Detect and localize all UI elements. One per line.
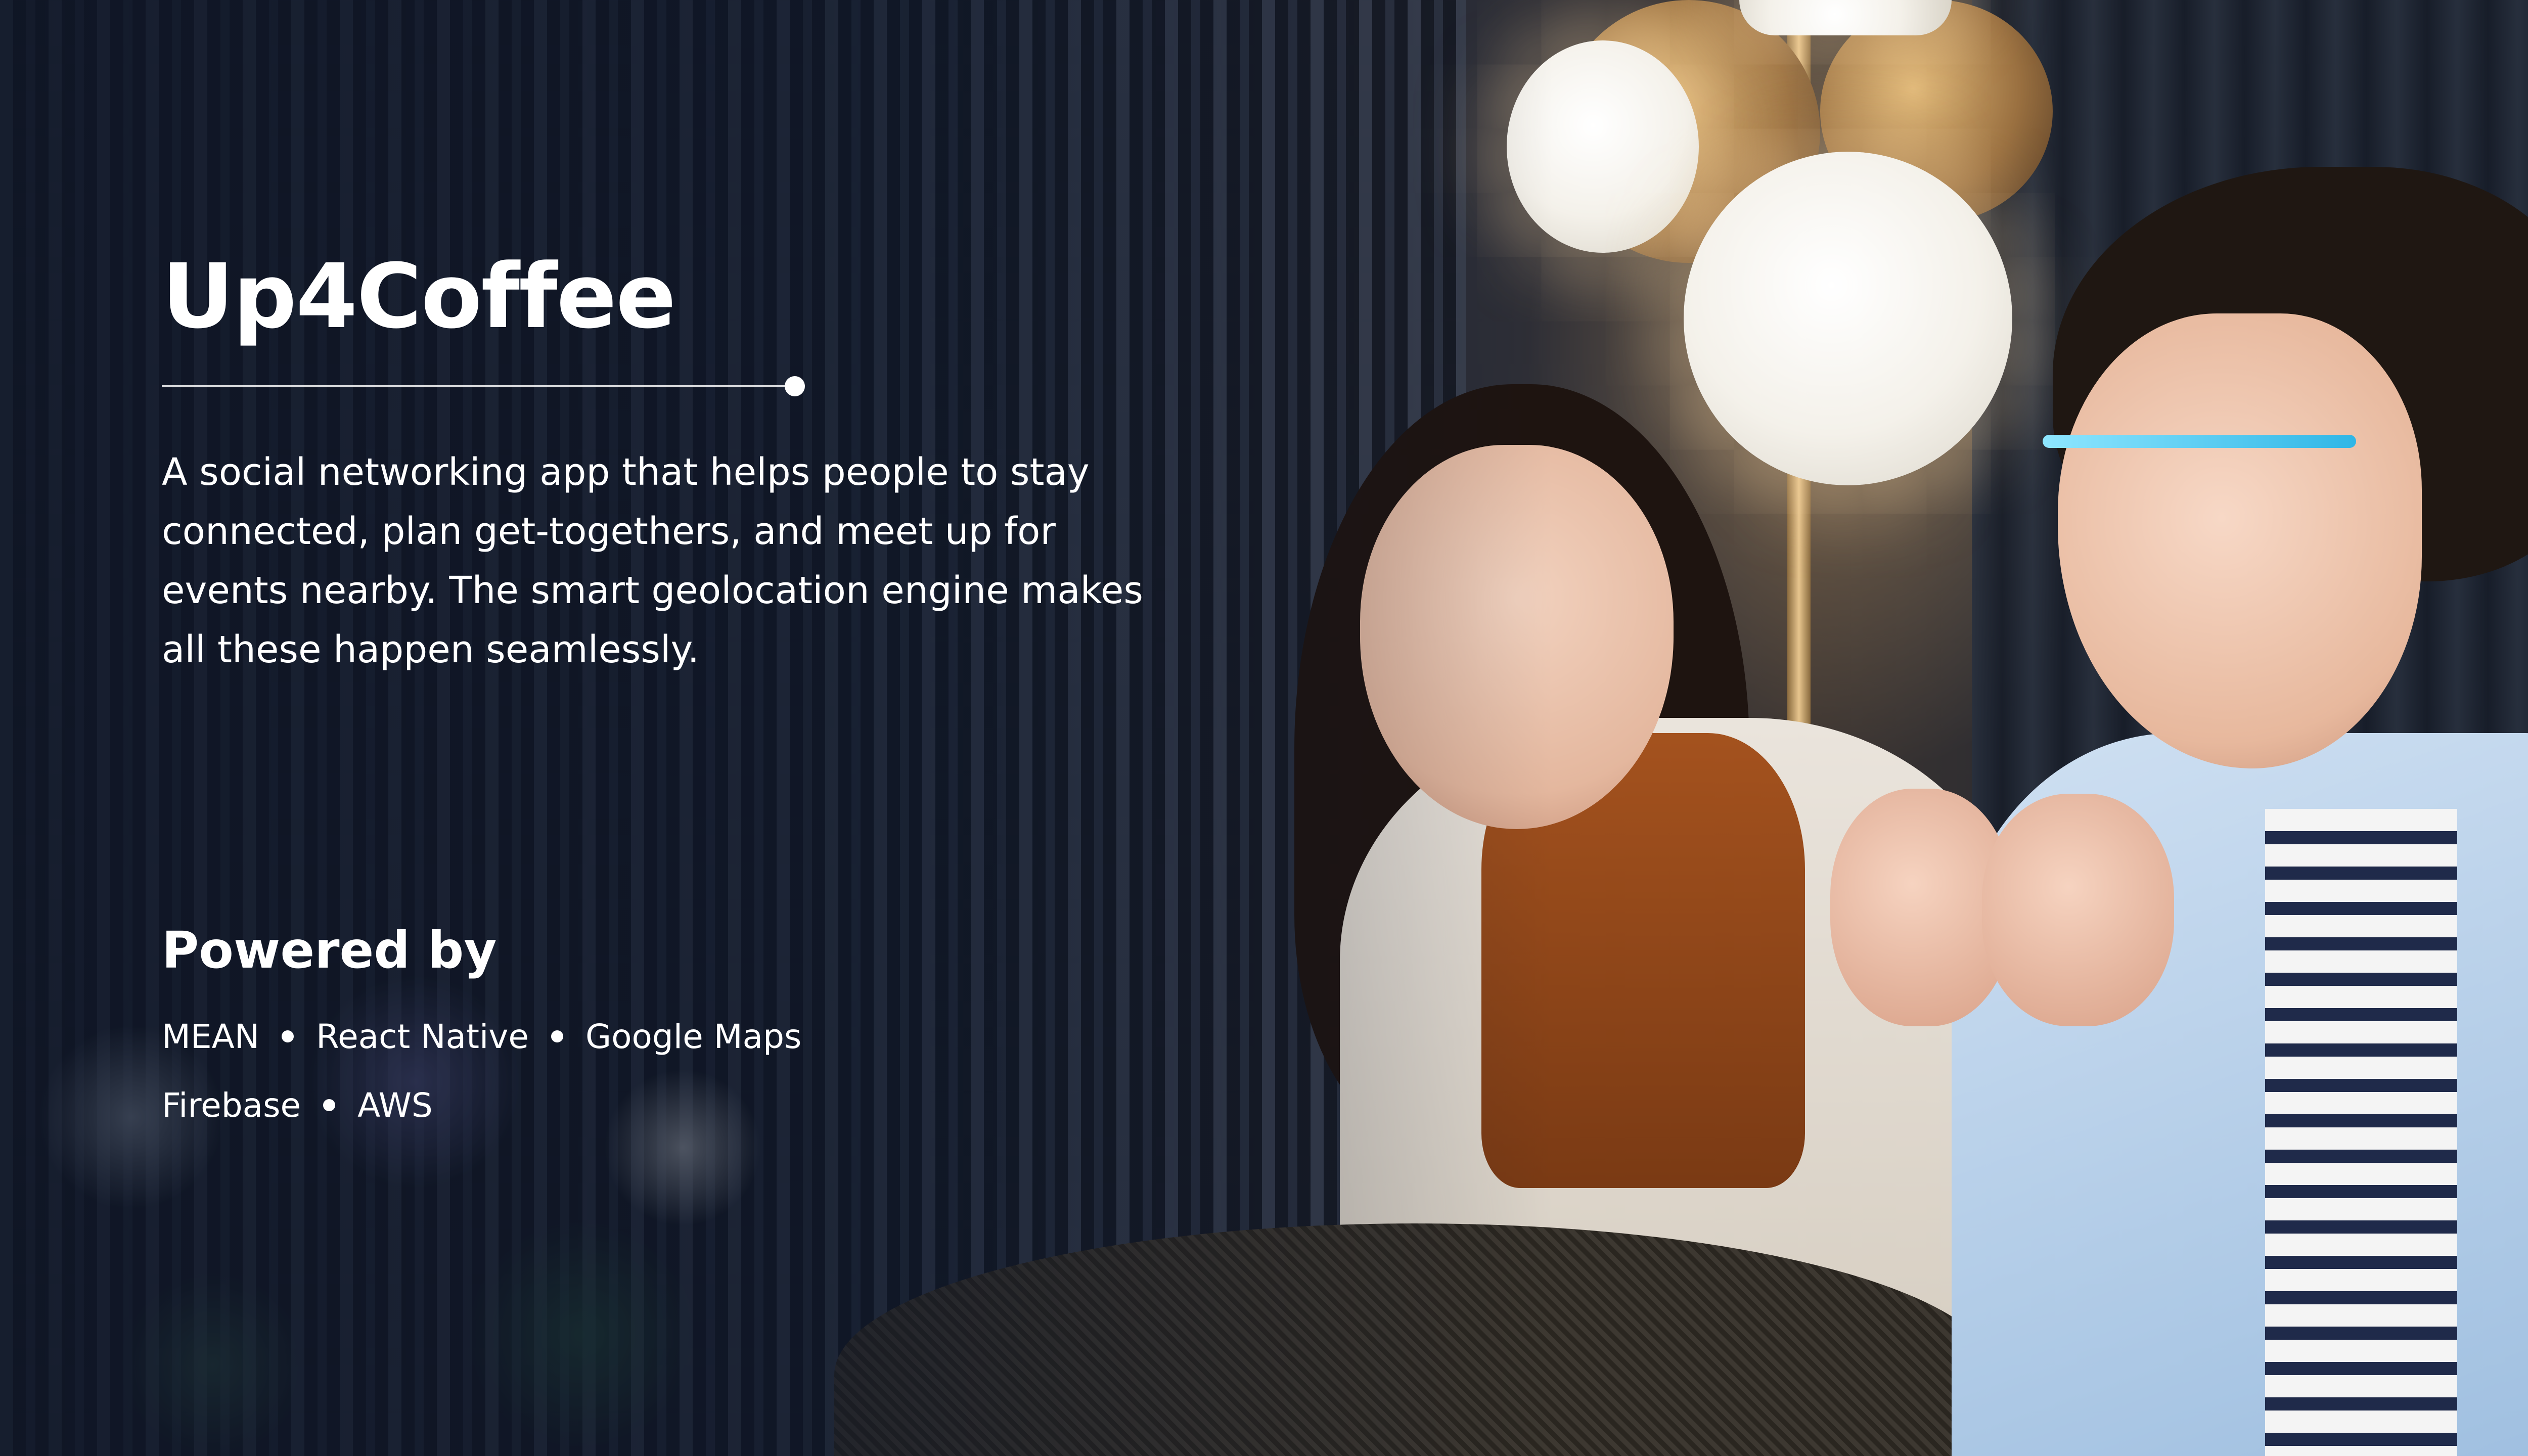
bullet-separator: [551, 1030, 563, 1042]
app-title: Up4Coffee: [162, 245, 676, 348]
title-divider: [162, 376, 805, 396]
powered-by-section: Powered by MEAN React Native Google Maps…: [162, 920, 1072, 1130]
powered-by-heading: Powered by: [162, 921, 497, 980]
app-description: A social networking app that helps peopl…: [162, 450, 1143, 671]
tech-list-row-1: MEAN React Native Google Maps: [162, 1011, 1072, 1062]
tech-item: React Native: [316, 1017, 529, 1056]
tech-item: MEAN: [162, 1017, 260, 1056]
background-photo: [0, 0, 2528, 1456]
bullet-separator: [282, 1030, 294, 1042]
tech-item: Google Maps: [585, 1017, 802, 1056]
divider-dot: [785, 376, 805, 396]
bullet-separator: [323, 1099, 336, 1111]
tech-item: AWS: [357, 1085, 433, 1125]
tech-list-row-2: Firebase AWS: [162, 1080, 1072, 1130]
left-shade-overlay: [0, 0, 2528, 1456]
tech-item: Firebase: [162, 1085, 301, 1125]
hero-section: Up4Coffee A social networking app that h…: [162, 248, 1173, 679]
